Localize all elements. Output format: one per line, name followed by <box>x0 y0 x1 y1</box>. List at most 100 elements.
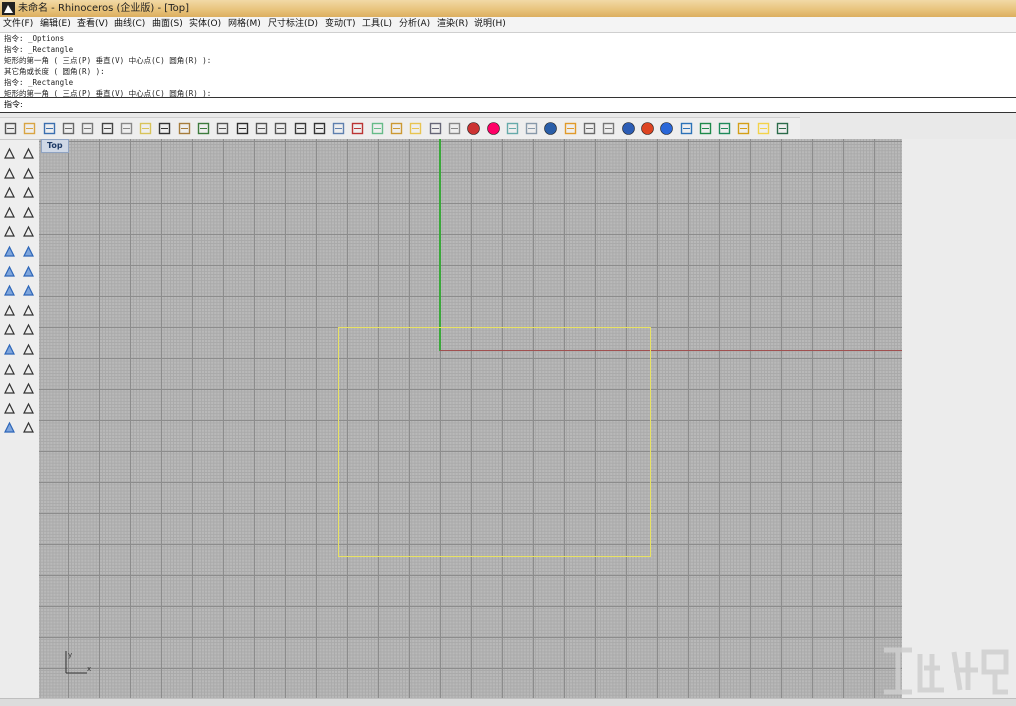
layer-icon[interactable] <box>447 121 462 136</box>
mesh-icon[interactable] <box>2 342 17 357</box>
cplane-icon[interactable] <box>331 121 346 136</box>
menu-mesh[interactable]: 网格(M) <box>228 17 261 32</box>
polyline-icon[interactable] <box>2 166 17 181</box>
menu-help[interactable]: 说明(H) <box>474 17 506 32</box>
menu-transform[interactable]: 变动(T) <box>325 17 356 32</box>
help-icon[interactable] <box>621 121 636 136</box>
dim-icon[interactable] <box>21 381 36 396</box>
four-viewports-icon[interactable] <box>312 121 327 136</box>
undo-view-icon[interactable] <box>293 121 308 136</box>
text-icon[interactable] <box>2 381 17 396</box>
cplane-x-label: x <box>87 665 91 673</box>
texture-icon[interactable] <box>717 121 732 136</box>
viewport-top[interactable]: y x <box>39 139 902 698</box>
menu-tools[interactable]: 工具(L) <box>362 17 392 32</box>
menu-render[interactable]: 渲染(R) <box>437 17 468 32</box>
transform-icon[interactable] <box>21 401 36 416</box>
cut-icon[interactable] <box>100 121 115 136</box>
save-icon[interactable] <box>42 121 57 136</box>
history-line: 指令: _Rectangle <box>4 45 74 54</box>
menu-view[interactable]: 查看(V) <box>77 17 108 32</box>
menu-surface[interactable]: 曲面(S) <box>152 17 183 32</box>
material-blue-icon[interactable] <box>659 121 674 136</box>
misc-icon[interactable] <box>21 420 36 435</box>
surface-icon[interactable] <box>2 244 17 259</box>
arc-center-icon[interactable] <box>2 224 17 239</box>
wireframe-icon[interactable] <box>505 121 520 136</box>
print-icon[interactable] <box>61 121 76 136</box>
open-icon[interactable] <box>22 121 37 136</box>
select-icon[interactable] <box>2 146 17 161</box>
undo-icon[interactable] <box>157 121 172 136</box>
hide-icon[interactable] <box>350 121 365 136</box>
menu-file[interactable]: 文件(F) <box>3 17 33 32</box>
cube-icon[interactable] <box>679 121 694 136</box>
lock-icon[interactable] <box>389 121 404 136</box>
rhino-app-icon[interactable] <box>2 2 15 15</box>
watermark-logo <box>884 647 1009 695</box>
render-preview-icon[interactable] <box>486 121 501 136</box>
circle-icon[interactable] <box>2 185 17 200</box>
menu-edit[interactable]: 编辑(E) <box>40 17 71 32</box>
fillet-curve-icon[interactable] <box>21 224 36 239</box>
rectangle-icon[interactable] <box>21 205 36 220</box>
title-bar: 未命名 - Rhinoceros (企业版) - [Top] <box>0 0 1016 17</box>
color-wheel-icon[interactable] <box>466 121 481 136</box>
main-toolbar <box>0 140 41 440</box>
menu-bar: 文件(F) 编辑(E) 查看(V) 曲线(C) 曲面(S) 实体(O) 网格(M… <box>0 17 1016 33</box>
material-red-icon[interactable] <box>640 121 655 136</box>
light-icon[interactable] <box>408 121 423 136</box>
ellipse-icon[interactable] <box>21 185 36 200</box>
grid-icon[interactable] <box>582 121 597 136</box>
viewport-title-tab[interactable]: Top <box>41 139 69 153</box>
extrude-icon[interactable] <box>21 283 36 298</box>
zoom-icon[interactable] <box>215 121 230 136</box>
rectangle-sel-icon[interactable] <box>21 166 36 181</box>
pan-icon[interactable] <box>177 121 192 136</box>
copy-icon[interactable] <box>119 121 134 136</box>
snap-icon[interactable] <box>563 121 578 136</box>
blend-icon[interactable] <box>21 362 36 377</box>
box-solid-icon[interactable] <box>2 264 17 279</box>
menu-solid[interactable]: 实体(O) <box>189 17 221 32</box>
history-line: 矩形的第一角 ( 三点(P) 垂直(V) 中心点(C) 圆角(R) ): <box>4 56 212 65</box>
menu-analyze[interactable]: 分析(A) <box>399 17 430 32</box>
zoom-window-icon[interactable] <box>235 121 250 136</box>
array-icon[interactable] <box>2 401 17 416</box>
surface-edit-icon[interactable] <box>21 244 36 259</box>
polygon-icon[interactable] <box>2 205 17 220</box>
move-icon[interactable] <box>2 322 17 337</box>
explode-icon[interactable] <box>21 303 36 318</box>
options-icon[interactable] <box>601 121 616 136</box>
shield-icon[interactable] <box>698 121 713 136</box>
point-icon[interactable] <box>21 146 36 161</box>
properties-icon[interactable] <box>428 121 443 136</box>
window-title: 未命名 - Rhinoceros (企业版) - [Top] <box>18 3 189 14</box>
rotate-view-icon[interactable] <box>196 121 211 136</box>
new-icon[interactable] <box>3 121 18 136</box>
cone-icon[interactable] <box>736 121 751 136</box>
cylinder-icon[interactable] <box>2 283 17 298</box>
render-icon[interactable] <box>543 121 558 136</box>
show-icon[interactable] <box>370 121 385 136</box>
offset-icon[interactable] <box>2 362 17 377</box>
render-box-icon[interactable] <box>2 420 17 435</box>
boolean-icon[interactable] <box>21 264 36 279</box>
menu-dimension[interactable]: 尺寸标注(D) <box>268 17 318 32</box>
import-icon[interactable] <box>80 121 95 136</box>
mirror-icon[interactable] <box>21 342 36 357</box>
zoom-selected-icon[interactable] <box>273 121 288 136</box>
zoom-extents-icon[interactable] <box>254 121 269 136</box>
command-history: 指令: _Options 指令: _Rectangle 矩形的第一角 ( 三点(… <box>0 33 1016 97</box>
star-icon[interactable] <box>756 121 771 136</box>
menu-curve[interactable]: 曲线(C) <box>114 17 145 32</box>
command-input[interactable] <box>26 99 926 110</box>
shaded-icon[interactable] <box>524 121 539 136</box>
group-icon[interactable] <box>2 303 17 318</box>
command-line: 指令: <box>0 97 1016 113</box>
settings-icon[interactable] <box>775 121 790 136</box>
command-prompt-label: 指令: <box>4 100 23 109</box>
paste-icon[interactable] <box>138 121 153 136</box>
cage-icon[interactable] <box>21 322 36 337</box>
rectangle-curve[interactable] <box>338 327 651 557</box>
